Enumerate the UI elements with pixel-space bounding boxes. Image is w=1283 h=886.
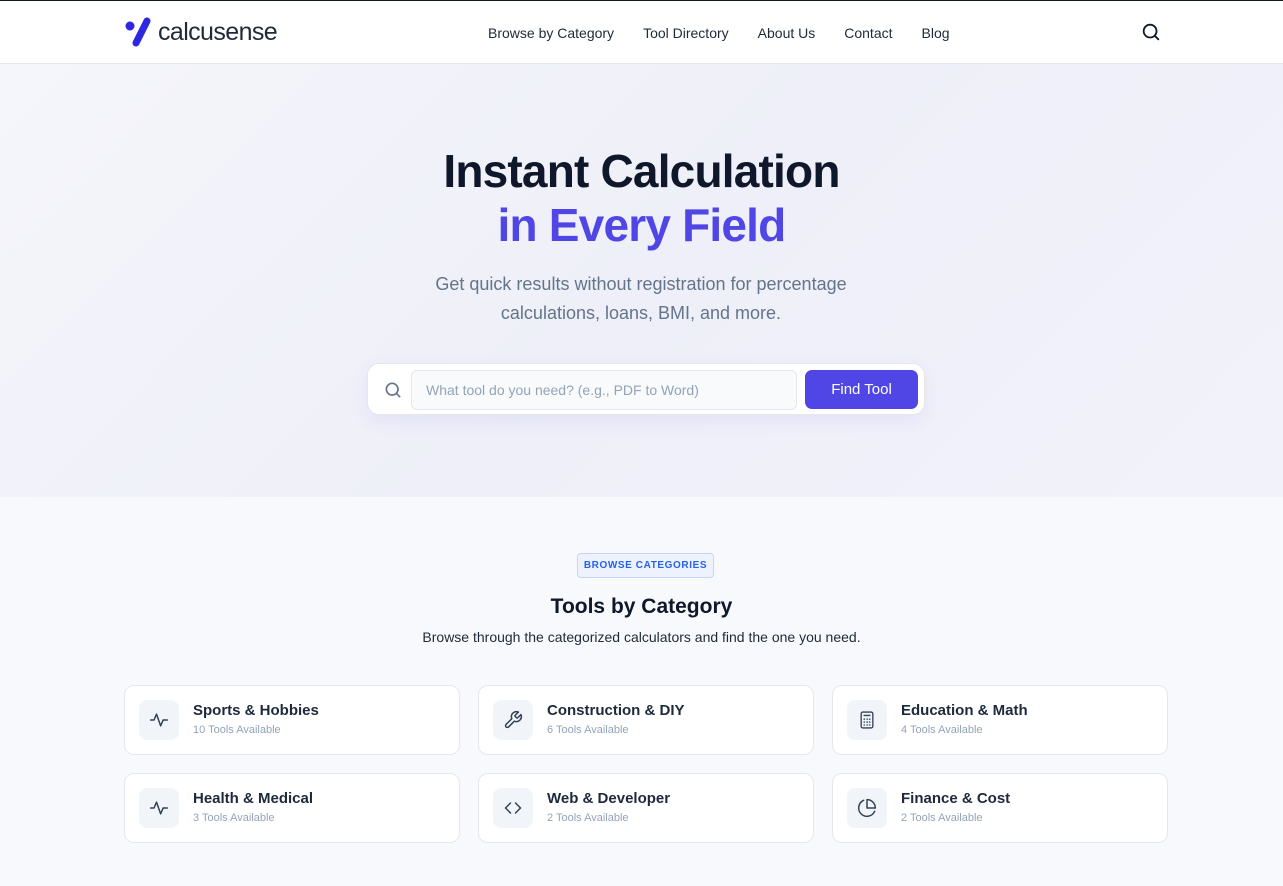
activity-icon [149, 801, 169, 815]
nav-blog[interactable]: Blog [922, 25, 950, 41]
hero-title-line2: in Every Field [497, 199, 787, 251]
category-title: Sports & Hobbies [193, 702, 319, 719]
calculator-icon [860, 711, 874, 729]
brand-logo[interactable]: calcusense [124, 17, 278, 47]
category-card-finance-cost[interactable]: Finance & Cost 2 Tools Available [832, 773, 1168, 843]
site-header: calcusense Browse by Category Tool Direc… [0, 1, 1283, 64]
hero-subtitle: Get quick results without registration f… [435, 274, 847, 323]
category-title: Web & Developer [547, 790, 671, 807]
category-icon-box [139, 788, 179, 828]
hero-section: Instant Calculation in Every Field Get q… [0, 64, 1283, 497]
wrench-icon [504, 710, 523, 729]
category-card-construction-diy[interactable]: Construction & DIY 6 Tools Available [478, 685, 814, 755]
logo-mark-icon [125, 17, 151, 47]
category-count: 10 Tools Available [193, 724, 281, 736]
search-icon [1142, 23, 1160, 41]
brand-name: calcusense [158, 18, 278, 46]
tool-search-bar: Find Tool [367, 363, 925, 415]
category-title: Education & Math [901, 702, 1028, 719]
category-title: Construction & DIY [547, 702, 685, 719]
category-card-web-developer[interactable]: Web & Developer 2 Tools Available [478, 773, 814, 843]
category-icon-box [139, 700, 179, 740]
search-icon [385, 382, 401, 398]
category-count: 2 Tools Available [547, 812, 629, 824]
category-icon-box [493, 788, 533, 828]
find-tool-button[interactable]: Find Tool [805, 370, 918, 409]
category-icon-box [847, 700, 887, 740]
categories-subtitle: Browse through the categorized calculato… [422, 629, 861, 645]
category-card-education-math[interactable]: Education & Math 4 Tools Available [832, 685, 1168, 755]
header-search-button[interactable] [1140, 21, 1162, 43]
main-nav: Browse by Category Tool Directory About … [488, 1, 979, 64]
category-count: 3 Tools Available [193, 812, 275, 824]
category-title: Health & Medical [193, 790, 314, 807]
nav-browse-by-category[interactable]: Browse by Category [488, 25, 614, 41]
category-card-health-medical[interactable]: Health & Medical 3 Tools Available [124, 773, 460, 843]
category-card-sports-hobbies[interactable]: Sports & Hobbies 10 Tools Available [124, 685, 460, 755]
categories-title: Tools by Category [550, 595, 733, 618]
nav-tool-directory[interactable]: Tool Directory [643, 25, 729, 41]
category-title: Finance & Cost [901, 790, 1011, 807]
pie-chart-icon [857, 798, 877, 818]
hero-title-line1: Instant Calculation [443, 145, 840, 197]
nav-about-us[interactable]: About Us [758, 25, 816, 41]
activity-icon [149, 713, 169, 727]
category-count: 4 Tools Available [901, 724, 983, 736]
tool-search-input[interactable] [411, 370, 797, 410]
category-icon-box [493, 700, 533, 740]
category-count: 2 Tools Available [901, 812, 983, 824]
code-icon [504, 802, 522, 814]
browse-categories-badge: BROWSE CATEGORIES [577, 553, 714, 578]
category-count: 6 Tools Available [547, 724, 629, 736]
category-icon-box [847, 788, 887, 828]
hero-title: Instant Calculation in Every Field [0, 144, 1283, 252]
nav-contact[interactable]: Contact [844, 25, 892, 41]
